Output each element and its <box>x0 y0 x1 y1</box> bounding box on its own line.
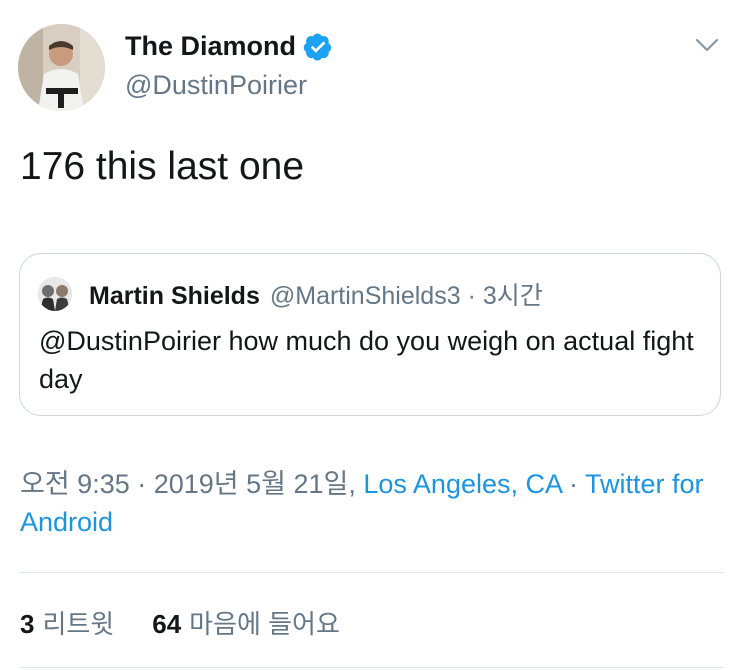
quoted-tweet-text: @DustinPoirier how much do you weigh on … <box>39 326 694 394</box>
quoted-author-name[interactable]: Martin Shields <box>89 282 260 311</box>
retweets-stat[interactable]: 3 리트윗 <box>20 604 114 641</box>
author-name-row[interactable]: The Diamond <box>125 31 333 62</box>
retweets-count: 3 <box>20 609 35 639</box>
author-avatar[interactable] <box>18 24 105 111</box>
location-link[interactable]: Los Angeles, CA <box>363 469 561 499</box>
chevron-down-icon[interactable] <box>694 34 720 56</box>
meta-separator: · <box>561 469 586 499</box>
quoted-tweet[interactable]: Martin Shields @MartinShields3 · 3시간 @Du… <box>19 253 721 416</box>
quoted-header: Martin Shields @MartinShields3 · 3시간 <box>89 276 543 312</box>
likes-stat[interactable]: 64 마음에 들어요 <box>152 604 340 641</box>
divider <box>20 667 723 668</box>
likes-label: 마음에 들어요 <box>189 609 340 639</box>
tweet-metadata: 오전 9:35 · 2019년 5월 21일, Los Angeles, CA … <box>20 465 720 541</box>
divider <box>20 572 723 573</box>
likes-count: 64 <box>152 609 182 639</box>
meta-separator: · <box>129 469 154 499</box>
tweet-time[interactable]: 오전 9:35 <box>20 469 130 499</box>
author-name[interactable]: The Diamond <box>125 31 296 62</box>
quoted-author-avatar[interactable] <box>38 277 72 311</box>
quoted-tweet-age[interactable]: 3시간 <box>483 282 543 310</box>
tweet-text: 176 this last one <box>20 145 305 188</box>
engagement-stats: 3 리트윗 64 마음에 들어요 <box>20 604 340 641</box>
author-photo <box>18 24 105 111</box>
retweets-label: 리트윗 <box>42 609 115 639</box>
quoted-author-handle: @MartinShields3 · 3시간 <box>270 276 543 312</box>
tweet-card: The Diamond @DustinPoirier 176 this last… <box>0 0 743 670</box>
quoted-author-photo <box>38 277 72 311</box>
verified-badge-icon <box>303 33 332 61</box>
quoted-separator: · <box>467 282 476 310</box>
tweet-date[interactable]: 2019년 5월 21일, <box>154 469 364 499</box>
author-handle[interactable]: @DustinPoirier <box>125 70 307 101</box>
quoted-handle-text[interactable]: @MartinShields3 <box>270 282 461 310</box>
